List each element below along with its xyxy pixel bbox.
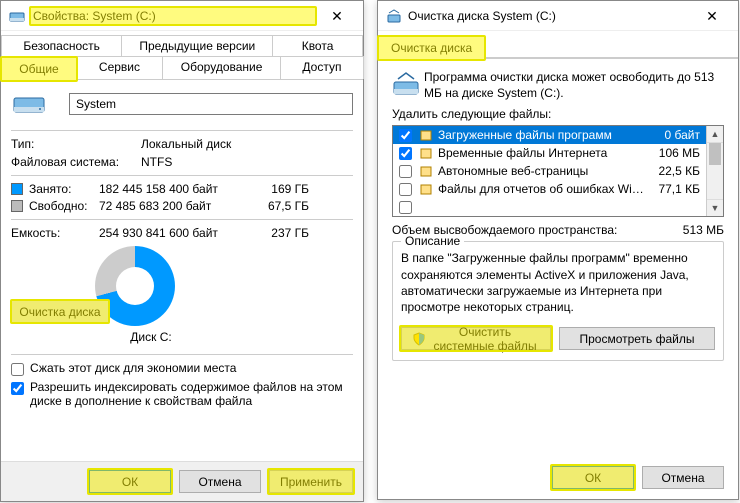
used-label: Занято: bbox=[29, 182, 99, 196]
description-group: Описание В папке "Загруженные файлы прог… bbox=[392, 241, 724, 361]
file-list-row[interactable]: Файлы для отчетов об ошибках Win...77,1 … bbox=[393, 180, 706, 198]
tab-disk-cleanup[interactable]: Очистка диска bbox=[378, 36, 485, 59]
used-bytes: 182 445 158 400 байт bbox=[99, 182, 249, 196]
tab-previous-versions[interactable]: Предыдущие версии bbox=[121, 35, 273, 56]
description-title: Описание bbox=[401, 234, 464, 248]
tab-quota[interactable]: Квота bbox=[272, 35, 363, 56]
index-label: Разрешить индексировать содержимое файло… bbox=[30, 380, 353, 408]
file-icon bbox=[418, 127, 434, 143]
cancel-button[interactable]: Отмена bbox=[179, 470, 261, 493]
drive-icon-large bbox=[13, 92, 45, 116]
ok-button[interactable]: ОК bbox=[552, 466, 634, 489]
file-name: Загруженные файлы программ bbox=[438, 128, 646, 142]
capacity-bytes: 254 930 841 600 байт bbox=[99, 226, 249, 240]
file-icon bbox=[418, 199, 434, 215]
type-value: Локальный диск bbox=[141, 137, 231, 151]
free-gb: 67,5 ГБ bbox=[249, 199, 309, 213]
titlebar[interactable]: Очистка диска System (C:) ✕ bbox=[378, 1, 738, 31]
cleanup-icon-large bbox=[392, 69, 424, 101]
ok-button[interactable]: ОК bbox=[89, 470, 171, 493]
files-to-delete-label: Удалить следующие файлы: bbox=[392, 107, 724, 121]
used-row: Занято: 182 445 158 400 байт 169 ГБ bbox=[11, 182, 353, 196]
used-swatch-icon bbox=[11, 183, 23, 195]
file-name: Временные файлы Интернета bbox=[438, 146, 646, 160]
view-files-button[interactable]: Просмотреть файлы bbox=[559, 327, 715, 350]
titlebar[interactable]: Свойства: System (C:) ✕ bbox=[1, 1, 363, 31]
file-icon bbox=[418, 145, 434, 161]
disk-cleanup-dialog: Очистка диска System (C:) ✕ Очистка диск… bbox=[377, 0, 739, 500]
tab-bar: Очистка диска bbox=[378, 31, 738, 59]
fs-label: Файловая система: bbox=[11, 155, 141, 169]
type-label: Тип: bbox=[11, 137, 141, 151]
disk-cleanup-button[interactable]: Очистка диска bbox=[11, 300, 109, 323]
total-value: 513 МБ bbox=[683, 223, 724, 237]
drive-icon bbox=[9, 8, 25, 24]
free-label: Свободно: bbox=[29, 199, 99, 213]
file-icon bbox=[418, 163, 434, 179]
file-size: 0 байт bbox=[646, 128, 700, 142]
file-list-row[interactable] bbox=[393, 198, 706, 216]
close-button[interactable]: ✕ bbox=[690, 2, 734, 30]
scroll-up-icon[interactable]: ▲ bbox=[707, 126, 723, 143]
drive-name-input[interactable] bbox=[69, 93, 353, 115]
description-text: В папке "Загруженные файлы программ" вре… bbox=[401, 250, 715, 315]
free-swatch-icon bbox=[11, 200, 23, 212]
index-checkbox[interactable] bbox=[11, 382, 24, 395]
scroll-down-icon[interactable]: ▼ bbox=[707, 199, 723, 216]
apply-button[interactable]: Применить bbox=[269, 470, 353, 493]
tab-tools[interactable]: Сервис bbox=[76, 56, 163, 79]
file-list[interactable]: Загруженные файлы программ0 байтВременны… bbox=[392, 125, 724, 217]
compress-label: Сжать этот диск для экономии места bbox=[30, 361, 353, 375]
file-size: 22,5 КБ bbox=[646, 164, 700, 178]
file-checkbox[interactable] bbox=[399, 183, 412, 196]
file-list-row[interactable]: Временные файлы Интернета106 МБ bbox=[393, 144, 706, 162]
used-gb: 169 ГБ bbox=[249, 182, 309, 196]
file-name: Автономные веб-страницы bbox=[438, 164, 646, 178]
scrollbar[interactable]: ▲ ▼ bbox=[706, 126, 723, 216]
disk-caption: Диск C: bbox=[121, 330, 181, 344]
file-checkbox[interactable] bbox=[399, 129, 412, 142]
file-checkbox[interactable] bbox=[399, 201, 412, 214]
fs-value: NTFS bbox=[141, 155, 172, 169]
file-checkbox[interactable] bbox=[399, 147, 412, 160]
dialog-buttons: ОК Отмена bbox=[378, 456, 738, 499]
scroll-thumb[interactable] bbox=[709, 143, 721, 165]
tab-sharing[interactable]: Доступ bbox=[280, 56, 363, 79]
file-size: 77,1 КБ bbox=[646, 182, 700, 196]
tab-security[interactable]: Безопасность bbox=[1, 35, 122, 56]
close-button[interactable]: ✕ bbox=[315, 2, 359, 30]
clean-system-files-label: Очистить системные файлы bbox=[430, 325, 540, 353]
free-row: Свободно: 72 485 683 200 байт 67,5 ГБ bbox=[11, 199, 353, 213]
shield-icon bbox=[412, 332, 426, 346]
dialog-buttons: ОК Отмена Применить bbox=[1, 461, 363, 501]
tab-hardware[interactable]: Оборудование bbox=[162, 56, 281, 79]
cancel-button[interactable]: Отмена bbox=[642, 466, 724, 489]
file-list-row[interactable]: Автономные веб-страницы22,5 КБ bbox=[393, 162, 706, 180]
tab-bar: Безопасность Предыдущие версии Квота Общ… bbox=[1, 31, 363, 80]
tab-general[interactable]: Общие bbox=[1, 57, 77, 80]
capacity-row: Емкость: 254 930 841 600 байт 237 ГБ bbox=[11, 226, 353, 240]
file-icon bbox=[418, 181, 434, 197]
capacity-label: Емкость: bbox=[11, 226, 99, 240]
cleanup-icon bbox=[386, 8, 402, 24]
file-size: 106 МБ bbox=[646, 146, 700, 160]
dialog-title: Очистка диска System (C:) bbox=[408, 9, 690, 23]
free-bytes: 72 485 683 200 байт bbox=[99, 199, 249, 213]
file-checkbox[interactable] bbox=[399, 165, 412, 178]
file-name: Файлы для отчетов об ошибках Win... bbox=[438, 182, 646, 196]
properties-dialog: Свойства: System (C:) ✕ Безопасность Пре… bbox=[0, 0, 364, 502]
clean-system-files-button[interactable]: Очистить системные файлы bbox=[401, 327, 551, 350]
file-list-row[interactable]: Загруженные файлы программ0 байт bbox=[393, 126, 706, 144]
cleanup-content: Программа очистки диска может освободить… bbox=[378, 59, 738, 373]
compress-checkbox[interactable] bbox=[11, 363, 24, 376]
intro-text: Программа очистки диска может освободить… bbox=[424, 69, 724, 101]
capacity-gb: 237 ГБ bbox=[249, 226, 309, 240]
dialog-title: Свойства: System (C:) bbox=[31, 8, 315, 24]
properties-content: Тип:Локальный диск Файловая система:NTFS… bbox=[1, 80, 363, 420]
